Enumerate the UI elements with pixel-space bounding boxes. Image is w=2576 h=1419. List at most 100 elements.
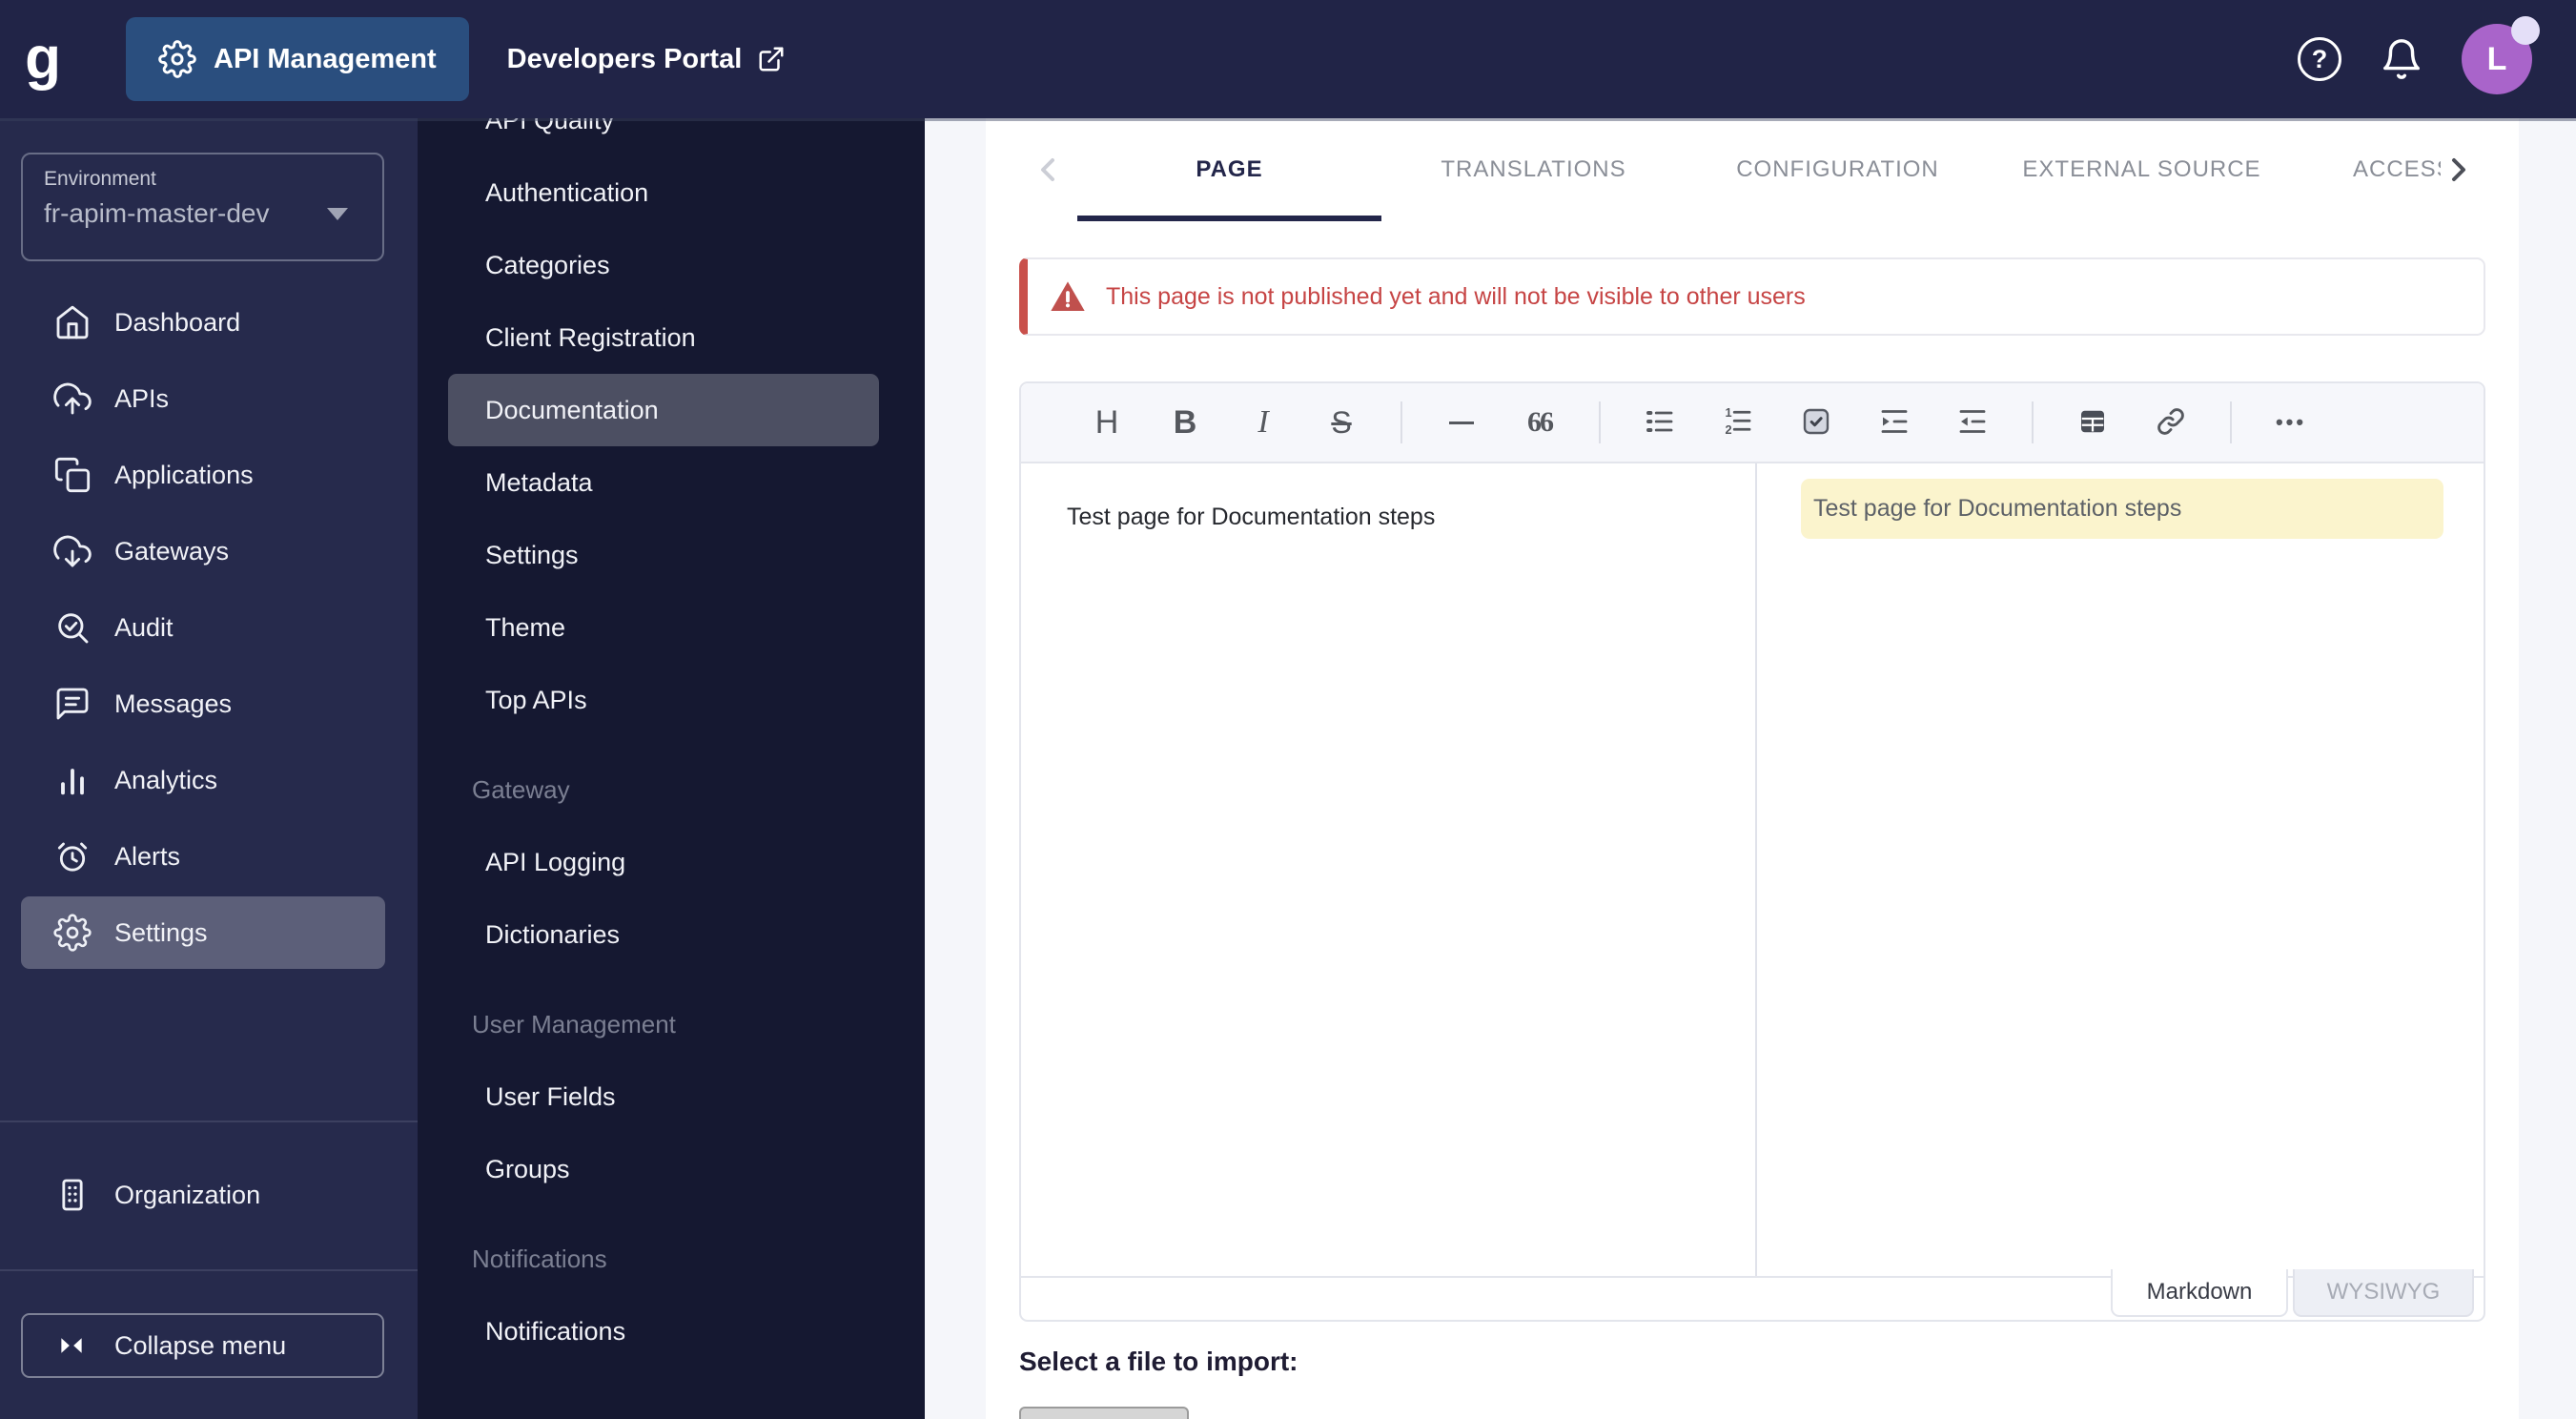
wysiwyg-mode-tab[interactable]: WYSIWYG <box>2293 1269 2474 1317</box>
heading-icon: H <box>1094 403 1119 441</box>
developers-portal-link[interactable]: Developers Portal <box>507 44 787 75</box>
tab-bar: PAGE TRANSLATIONS CONFIGURATION EXTERNAL… <box>1019 118 2485 221</box>
tabs-scroll-left-icon[interactable] <box>1027 118 1069 221</box>
settings-nav-item-notifications[interactable]: Notifications <box>448 1295 879 1368</box>
developers-portal-label: Developers Portal <box>506 43 743 74</box>
settings-nav-item-user-fields[interactable]: User Fields <box>448 1060 879 1133</box>
tab-access[interactable]: ACCESS <box>2294 118 2441 221</box>
checklist-icon <box>1799 404 1833 442</box>
editor-toolbar: H B I S 66 12 ••• <box>1021 383 2484 463</box>
settings-nav-group-notifications: Notifications <box>472 1244 607 1273</box>
heading-button[interactable]: H <box>1082 398 1132 447</box>
external-link-icon <box>757 45 786 73</box>
settings-nav-group-user-management: User Management <box>472 1009 676 1039</box>
app-window: Environment fr-apim-master-dev Dashboard… <box>0 0 2576 1419</box>
horizontal-rule-button[interactable] <box>1437 398 1486 447</box>
import-file-label: Select a file to import: <box>1019 1347 1298 1376</box>
help-button[interactable]: ? <box>2298 37 2341 81</box>
bold-button[interactable]: B <box>1160 398 1210 447</box>
sidebar-item-organization[interactable]: Organization <box>21 1159 385 1231</box>
choose-file-button[interactable] <box>1019 1407 1189 1419</box>
home-icon <box>53 303 92 341</box>
tab-translations[interactable]: TRANSLATIONS <box>1381 118 1686 221</box>
settings-nav-item-authentication[interactable]: Authentication <box>448 156 879 229</box>
settings-sidebar: API Quality Authentication Categories Cl… <box>418 0 925 1419</box>
indent-button[interactable] <box>1870 398 1919 447</box>
more-options-button[interactable]: ••• <box>2266 398 2316 447</box>
collapse-menu-button[interactable]: Collapse menu <box>21 1313 384 1378</box>
sidebar-item-label: Dashboard <box>114 307 241 337</box>
sidebar-item-gateways[interactable]: Gateways <box>21 515 385 587</box>
sidebar-item-analytics[interactable]: Analytics <box>21 744 385 816</box>
strikethrough-button[interactable]: S <box>1317 398 1366 447</box>
settings-nav-item-metadata[interactable]: Metadata <box>448 446 879 519</box>
blockquote-icon: 66 <box>1527 406 1554 438</box>
settings-nav-item-client-registration[interactable]: Client Registration <box>448 301 879 374</box>
bullet-list-button[interactable] <box>1635 398 1685 447</box>
markdown-source-pane[interactable]: Test page for Documentation steps <box>1021 463 1757 1276</box>
warning-message: This page is not published yet and will … <box>1106 282 1806 310</box>
api-management-button[interactable]: API Management <box>126 17 469 101</box>
avatar-initial: L <box>2486 40 2507 77</box>
italic-button[interactable]: I <box>1238 398 1288 447</box>
tabs-viewport: PAGE TRANSLATIONS CONFIGURATION EXTERNAL… <box>1077 118 2441 221</box>
notifications-bell-button[interactable] <box>2380 37 2423 81</box>
outdent-icon <box>1955 404 1990 442</box>
settings-nav-item-dictionaries[interactable]: Dictionaries <box>448 898 879 971</box>
collapse-menu-label: Collapse menu <box>114 1330 287 1360</box>
gravitee-logo[interactable]: g <box>0 30 86 89</box>
toolbar-divider <box>2230 401 2232 443</box>
sidebar-item-apis[interactable]: APIs <box>21 362 385 435</box>
editor-footer: Markdown WYSIWYG <box>1021 1269 2484 1320</box>
help-icon: ? <box>2311 44 2328 73</box>
environment-selector[interactable]: Environment fr-apim-master-dev <box>21 153 384 261</box>
warning-icon <box>1051 281 1085 311</box>
settings-nav-item-top-apis[interactable]: Top APIs <box>448 664 879 736</box>
blockquote-button[interactable]: 66 <box>1515 398 1564 447</box>
sidebar-item-label: Alerts <box>114 841 181 871</box>
table-icon <box>2075 404 2110 442</box>
settings-nav-item-groups[interactable]: Groups <box>448 1133 879 1205</box>
user-avatar[interactable]: L <box>2462 16 2540 94</box>
sidebar-item-audit[interactable]: Audit <box>21 591 385 664</box>
markdown-mode-tab[interactable]: Markdown <box>2111 1269 2288 1317</box>
organization-icon <box>53 1176 92 1214</box>
cloud-upload-icon <box>53 380 92 418</box>
link-button[interactable] <box>2146 398 2196 447</box>
sidebar-item-alerts[interactable]: Alerts <box>21 820 385 893</box>
unpublished-warning-banner: This page is not published yet and will … <box>1019 257 2485 336</box>
avatar-status-dot <box>2511 16 2540 45</box>
gear-icon <box>158 40 196 78</box>
sidebar-item-settings[interactable]: Settings <box>21 896 385 969</box>
table-button[interactable] <box>2068 398 2117 447</box>
main-nav: Dashboard APIs Applications Gateways Aud… <box>0 286 418 969</box>
tab-configuration[interactable]: CONFIGURATION <box>1686 118 1990 221</box>
main-sidebar: Environment fr-apim-master-dev Dashboard… <box>0 0 418 1419</box>
sidebar-item-label: Messages <box>114 689 233 718</box>
sidebar-divider <box>0 1121 418 1122</box>
settings-nav-item-settings[interactable]: Settings <box>448 519 879 591</box>
checklist-button[interactable] <box>1791 398 1841 447</box>
settings-nav-item-documentation[interactable]: Documentation <box>448 374 879 446</box>
sidebar-item-applications[interactable]: Applications <box>21 439 385 511</box>
link-icon <box>2154 404 2188 442</box>
documentation-page-card: PAGE TRANSLATIONS CONFIGURATION EXTERNAL… <box>986 118 2519 1419</box>
tabs-scroll-right-icon[interactable] <box>2438 118 2480 221</box>
editor-mode-tabs: Markdown WYSIWYG <box>2111 1269 2474 1317</box>
settings-nav-item-theme[interactable]: Theme <box>448 591 879 664</box>
italic-icon: I <box>1257 404 1269 440</box>
settings-nav-group-gateway: Gateway <box>472 774 570 804</box>
sidebar-item-dashboard[interactable]: Dashboard <box>21 286 385 359</box>
sidebar-item-messages[interactable]: Messages <box>21 668 385 740</box>
outdent-button[interactable] <box>1948 398 1997 447</box>
markdown-editor: H B I S 66 12 ••• Test page for Document… <box>1019 381 2485 1322</box>
settings-nav-item-categories[interactable]: Categories <box>448 229 879 301</box>
environment-label: Environment <box>44 168 156 190</box>
settings-nav-item-api-logging[interactable]: API Logging <box>448 826 879 898</box>
tab-page[interactable]: PAGE <box>1077 118 1381 221</box>
ordered-list-button[interactable]: 12 <box>1713 398 1763 447</box>
sidebar-item-label: Organization <box>114 1180 261 1209</box>
tab-external-source[interactable]: EXTERNAL SOURCE <box>1990 118 2294 221</box>
strikethrough-icon: S <box>1331 404 1352 440</box>
markdown-source-text: Test page for Documentation steps <box>1067 504 1436 530</box>
